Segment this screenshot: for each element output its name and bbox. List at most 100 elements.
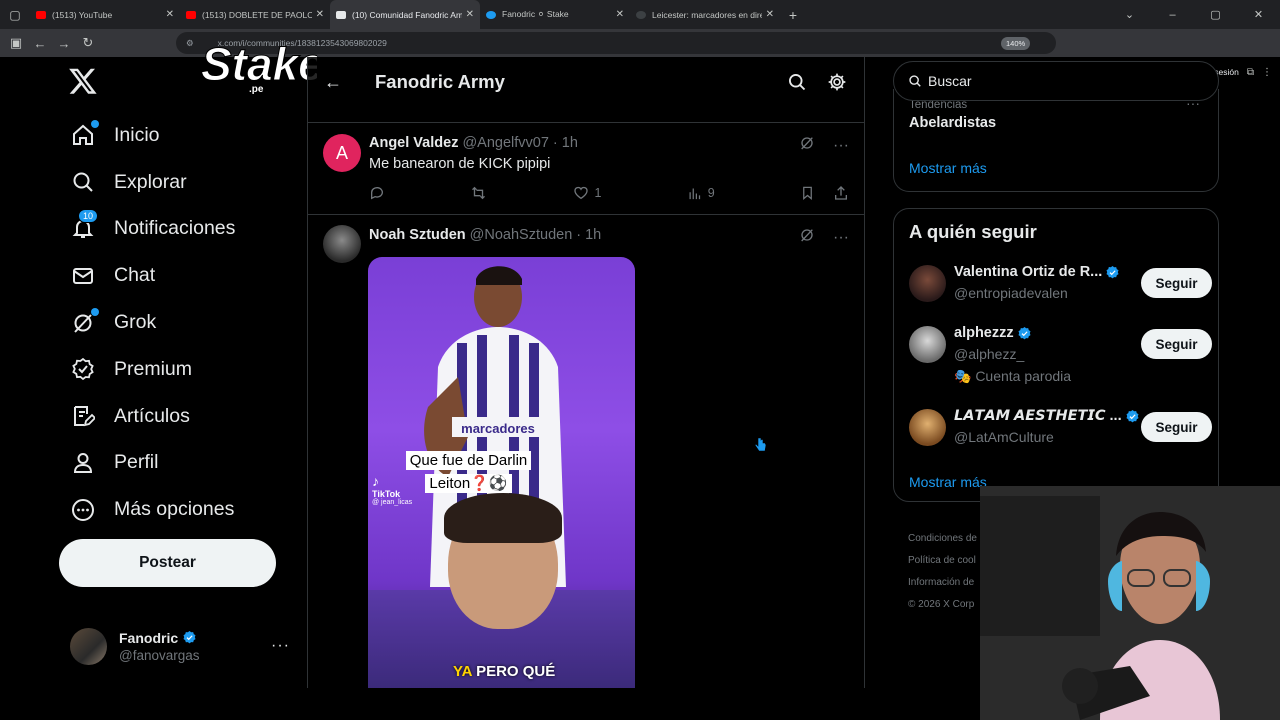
avatar[interactable] [909,265,946,302]
repost-icon [472,186,486,200]
sidebar-item-articulos[interactable]: Artículos [60,393,235,440]
sidebar-item-grok[interactable]: Grok [60,299,235,346]
sidebar-item-notificaciones[interactable]: 10 Notificaciones [60,206,235,253]
video-subtitle: YA PERO QUÉ [453,663,555,680]
show-more-link[interactable]: Mostrar más [909,160,987,176]
footer-link[interactable]: Información de [908,572,977,594]
follow-button[interactable]: Seguir [1141,329,1212,359]
sidebar-item-mas-opciones[interactable]: Más opciones [60,486,235,533]
avatar[interactable] [909,409,946,446]
back-arrow-icon[interactable]: ← [308,72,358,93]
minimize-icon[interactable]: – [1151,9,1194,21]
suggestion-name[interactable]: Valentina Ortiz de R... [954,264,1102,280]
tiktok-icon: ♪ [372,473,379,489]
reply-button[interactable] [369,185,385,201]
more-icon[interactable]: ··· [271,637,290,655]
post-timestamp[interactable]: · 1h [576,227,601,243]
suggestion-name[interactable]: 𝙇𝘼𝙏𝘼𝙈 𝘼𝙀𝙎𝙏𝙃𝙀𝙏𝙄𝘾 ... [954,408,1122,424]
verified-icon [1018,326,1031,339]
like-button[interactable]: 1 [573,185,601,201]
post-author-handle[interactable]: @NoahSztuden [470,227,573,243]
sidebar-item-chat[interactable]: Chat [60,252,235,299]
close-icon[interactable]: ✕ [616,9,624,20]
back-icon[interactable]: ← [28,36,52,51]
follow-suggestion[interactable]: alphezzz @alphezz_ 🎭 Cuenta parodia Segu… [909,322,1212,384]
settings-gear-icon[interactable] [817,72,857,92]
post-timestamp[interactable]: · 1h [553,135,578,151]
post-author-name[interactable]: Noah Sztuden [369,227,466,243]
reload-icon[interactable]: ↻ [76,35,100,51]
webcam-streamer-image [980,486,1280,720]
caption-line: Que fue de Darlin [405,451,532,470]
window-controls: ⌄ – ▢ ✕ [1108,0,1280,29]
close-icon[interactable]: ✕ [166,9,174,20]
browser-tab[interactable]: Fanodric ⚪ Stake ✕ [480,0,630,29]
bell-icon: 10 [70,208,99,242]
search-input[interactable]: Buscar [893,61,1219,101]
suggestion-handle: @LatAmCulture [954,429,1054,445]
maximize-icon[interactable]: ▢ [1194,8,1237,21]
post-author-handle[interactable]: @Angelfvv07 [462,135,548,151]
sidebar-item-inicio[interactable]: Inicio [60,112,235,159]
more-icon[interactable]: ··· [833,137,849,155]
sidebar-item-perfil[interactable]: Perfil [60,440,235,487]
follow-button[interactable]: Seguir [1141,268,1212,298]
more-icon[interactable]: ··· [833,229,849,247]
follow-suggestion[interactable]: Valentina Ortiz de R... @entropiadevalen… [909,261,1212,307]
close-icon[interactable]: ✕ [466,9,474,20]
follow-button[interactable]: Seguir [1141,412,1212,442]
view-count: 9 [707,186,715,200]
sidebar-item-label: Notificaciones [114,217,236,240]
extensions-icon[interactable]: ⧉ [1247,67,1254,78]
main-column: ← Fanodric Army A Angel Valdez @Angelfvv… [307,57,865,688]
suggestion-name-row: Valentina Ortiz de R... [954,264,1120,280]
sidebar-item-label: Perfil [114,451,159,474]
zoom-badge[interactable]: 140% [1001,37,1031,50]
trend-item[interactable]: Abelardistas [909,115,996,131]
site-info-icon[interactable]: ⚙ [186,38,194,49]
post-video[interactable]: marcadores Que fue de Darlin Leiton❓⚽ ♪ … [368,257,635,688]
show-more-link[interactable]: Mostrar más [909,474,987,490]
account-names: Fanodric @fanovargas [119,630,271,663]
share-icon[interactable] [833,185,849,201]
browser-tab[interactable]: Leicester: marcadores en direct ✕ [630,0,780,29]
post[interactable]: A Angel Valdez @Angelfvv07 · 1h ··· Me b… [308,123,864,215]
avatar[interactable]: A [323,134,361,172]
suggestion-name[interactable]: alphezzz [954,325,1014,341]
telegram-icon [486,10,496,19]
sidebar-item-label: Más opciones [114,498,235,521]
x-logo-icon[interactable] [68,66,98,96]
browser-tab[interactable]: (1513) DOBLETE DE PAOLO Y TI ✕ [180,0,330,29]
bookmark-icon[interactable] [800,185,815,201]
follow-suggestion[interactable]: 𝙇𝘼𝙏𝘼𝙈 𝘼𝙀𝙎𝙏𝙃𝙀𝙏𝙄𝘾 ... @LatAmCulture Seguir [909,405,1212,451]
browser-tab[interactable]: (1513) YouTube ✕ [30,0,180,29]
new-tab-button[interactable]: + [780,7,806,23]
views-button[interactable]: 9 [687,186,715,201]
avatar[interactable] [909,326,946,363]
tab-menu-icon[interactable]: ▢ [0,0,30,29]
grok-analyze-icon[interactable] [799,135,815,156]
sidebar-item-premium[interactable]: Premium [60,346,235,393]
close-icon[interactable]: ✕ [316,9,324,20]
menu-icon[interactable]: ⋮ [1262,67,1272,78]
sidebar-toggle-icon[interactable]: ▣ [4,35,28,51]
account-switcher[interactable]: Fanodric @fanovargas ··· [70,626,290,666]
tab-list-icon[interactable]: ⌄ [1108,8,1151,21]
grok-analyze-icon[interactable] [799,227,815,248]
repost-button[interactable] [470,185,487,201]
suggestion-name-row: 𝙇𝘼𝙏𝘼𝙈 𝘼𝙀𝙎𝙏𝙃𝙀𝙏𝙄𝘾 ... [954,408,1140,424]
close-window-icon[interactable]: ✕ [1237,8,1280,21]
sidebar-item-explorar[interactable]: Explorar [60,159,235,206]
unread-dot [91,307,99,316]
sidebar-item-label: Artículos [114,404,190,427]
mail-icon [70,263,96,289]
avatar[interactable] [323,225,361,263]
footer-link[interactable]: Política de cool [908,550,977,572]
forward-icon[interactable]: → [52,36,76,51]
footer-link[interactable]: Condiciones de [908,528,977,550]
post-author-name[interactable]: Angel Valdez [369,135,458,151]
browser-tab-active[interactable]: (10) Comunidad Fanodric Army ✕ [330,0,480,29]
close-icon[interactable]: ✕ [766,9,774,20]
search-icon[interactable] [777,72,817,92]
post-button[interactable]: Postear [59,539,276,587]
